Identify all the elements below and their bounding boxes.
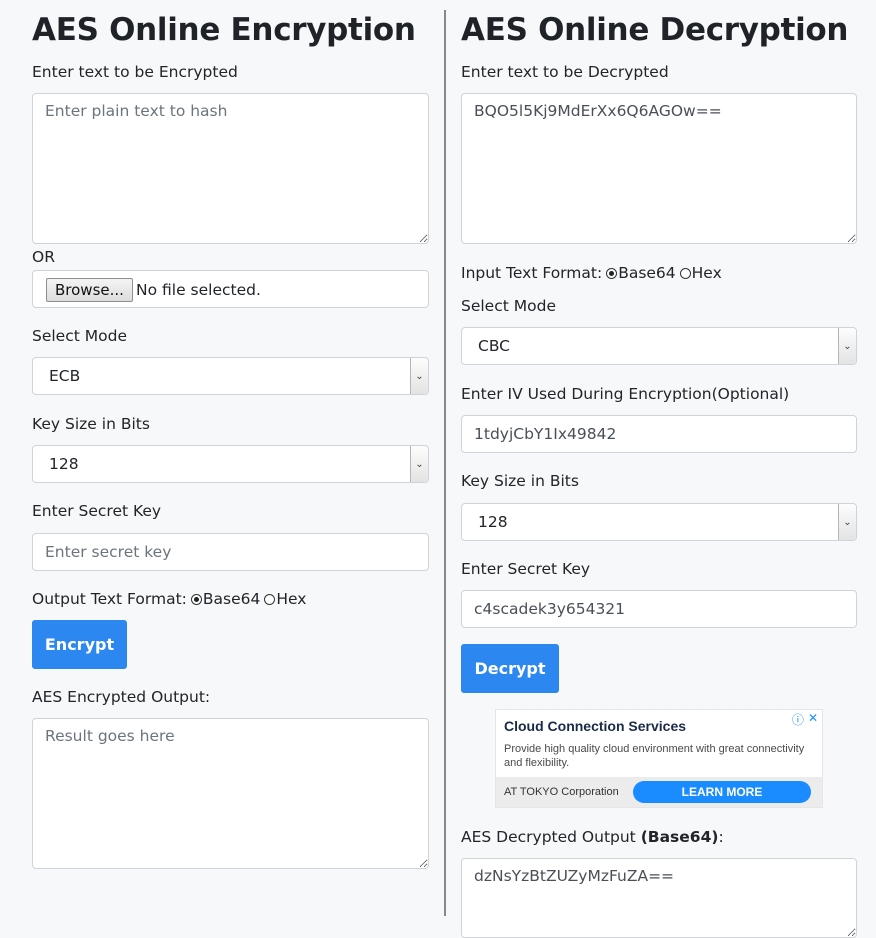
- column-divider: [444, 10, 446, 916]
- radio-base64[interactable]: [606, 267, 618, 279]
- chevron-down-icon: ⌄: [838, 504, 856, 540]
- file-input[interactable]: Browse... No file selected.: [32, 270, 429, 308]
- learn-more-button[interactable]: LEARN MORE: [633, 781, 811, 803]
- encryption-title: AES Online Encryption: [32, 12, 416, 48]
- ad-footer: AT TOKYO Corporation LEARN MORE: [496, 777, 822, 807]
- encrypt-mode-select[interactable]: ECB ⌄: [32, 357, 429, 395]
- ad-description: Provide high quality cloud environment w…: [504, 743, 805, 769]
- iv-input[interactable]: [461, 415, 857, 453]
- decrypt-mode-label: Select Mode: [461, 297, 556, 315]
- decrypt-input-label: Enter text to be Decrypted: [461, 63, 669, 81]
- decrypt-secret-input[interactable]: [461, 590, 857, 628]
- ad-icons: ⓘ ✕: [792, 711, 818, 728]
- iv-label: Enter IV Used During Encryption(Optional…: [461, 385, 790, 403]
- decryption-title: AES Online Decryption: [461, 12, 849, 48]
- radio-hex[interactable]: [679, 267, 691, 279]
- radio-base64-label: Base64: [202, 590, 261, 608]
- decrypt-output-label: AES Decrypted Output (Base64):: [461, 828, 724, 846]
- encrypt-mode-label: Select Mode: [32, 327, 127, 345]
- chevron-down-icon: ⌄: [410, 446, 428, 482]
- radio-base64[interactable]: [190, 593, 202, 605]
- output-format-label: Output Text Format:: [32, 590, 187, 608]
- decrypt-output-textarea[interactable]: dzNsYzBtZUZyMzFuZA==: [461, 858, 857, 938]
- decrypt-output-label-text: AES Decrypted Output: [461, 828, 641, 846]
- chevron-down-icon: ⌄: [838, 328, 856, 364]
- radio-base64-label: Base64: [618, 264, 676, 282]
- input-format-label: Input Text Format:: [461, 264, 603, 282]
- encrypt-input-textarea[interactable]: [32, 93, 429, 244]
- output-format-group: Output Text Format: Base64 Hex: [32, 590, 306, 608]
- radio-hex-label: Hex: [691, 264, 722, 282]
- decrypt-keysize-select[interactable]: 128 ⌄: [461, 503, 857, 541]
- chevron-down-icon: ⌄: [410, 358, 428, 394]
- encrypt-mode-value: ECB: [49, 367, 81, 385]
- decrypt-keysize-value: 128: [478, 513, 508, 531]
- decrypt-mode-select[interactable]: CBC ⌄: [461, 327, 857, 365]
- encrypt-button[interactable]: Encrypt: [32, 620, 127, 669]
- decrypt-keysize-label: Key Size in Bits: [461, 472, 579, 490]
- decrypt-button[interactable]: Decrypt: [461, 644, 559, 693]
- encrypt-keysize-label: Key Size in Bits: [32, 415, 150, 433]
- encrypt-secret-input[interactable]: [32, 533, 429, 571]
- encrypt-keysize-value: 128: [49, 455, 79, 473]
- decrypt-output-format: (Base64): [640, 828, 719, 846]
- decrypt-mode-value: CBC: [478, 337, 511, 355]
- ad-company: AT TOKYO Corporation: [504, 786, 619, 798]
- radio-hex-label: Hex: [276, 590, 307, 608]
- browse-button[interactable]: Browse...: [46, 278, 133, 302]
- ad-title: Cloud Connection Services: [504, 718, 687, 734]
- encrypt-output-label: AES Encrypted Output:: [32, 688, 211, 706]
- encrypt-input-label: Enter text to be Encrypted: [32, 63, 238, 81]
- file-status: No file selected.: [136, 281, 261, 299]
- encrypt-output-textarea[interactable]: [32, 718, 429, 869]
- encrypt-keysize-select[interactable]: 128 ⌄: [32, 445, 429, 483]
- decrypt-input-textarea[interactable]: BQO5l5Kj9MdErXx6Q6AGOw==: [461, 93, 857, 244]
- close-icon[interactable]: ✕: [808, 711, 818, 728]
- or-label: OR: [32, 248, 55, 266]
- input-format-group: Input Text Format: Base64 Hex: [461, 264, 722, 282]
- decrypt-secret-label: Enter Secret Key: [461, 560, 591, 578]
- decrypt-output-label-suffix: :: [718, 828, 724, 846]
- radio-hex[interactable]: [264, 593, 276, 605]
- ad-banner[interactable]: Cloud Connection Services ⓘ ✕ Provide hi…: [495, 709, 823, 808]
- encrypt-secret-label: Enter Secret Key: [32, 502, 162, 520]
- info-icon[interactable]: ⓘ: [792, 711, 804, 728]
